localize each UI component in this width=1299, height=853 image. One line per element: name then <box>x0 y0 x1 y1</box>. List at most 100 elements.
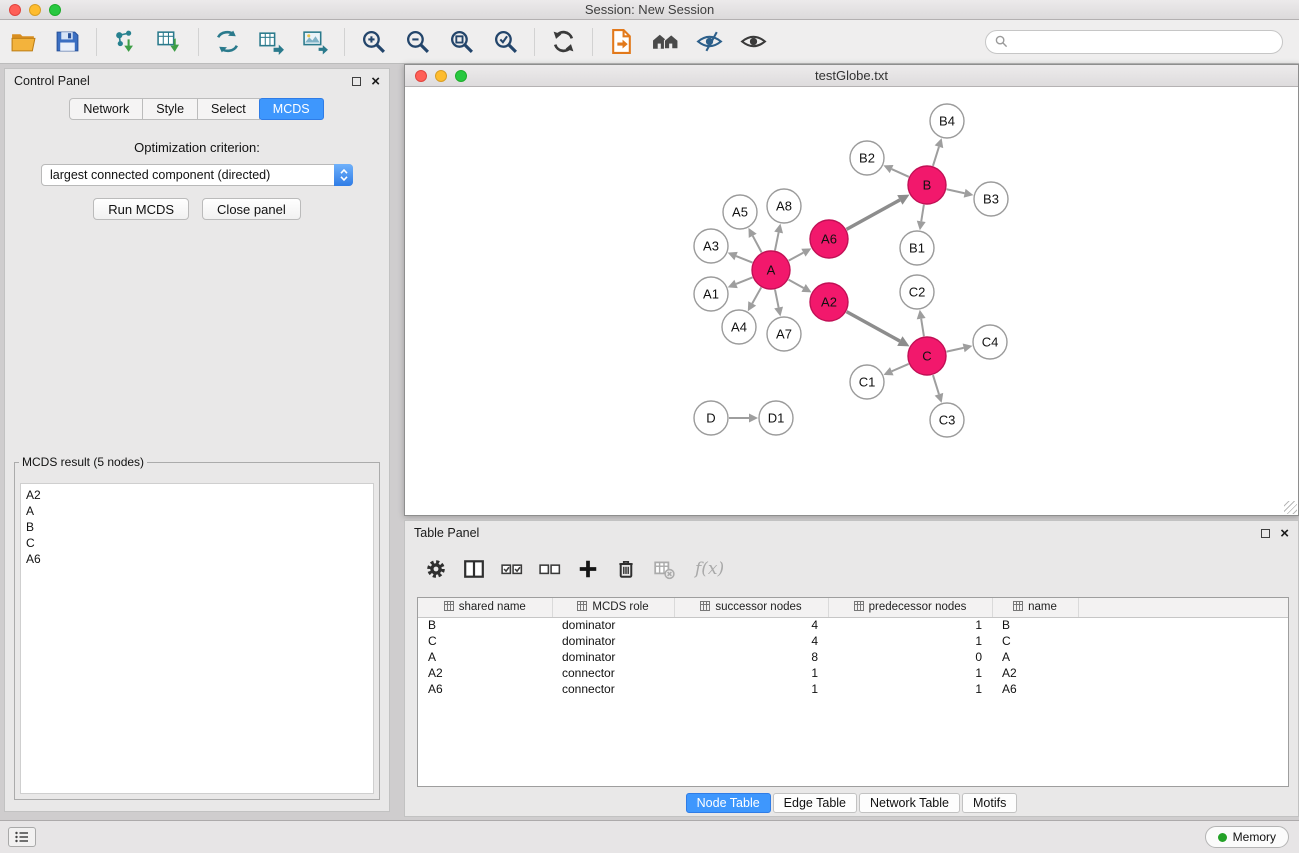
close-window-button[interactable] <box>9 4 21 16</box>
column-header-predecessor-nodes[interactable]: predecessor nodes <box>828 598 992 617</box>
table-panel: Table Panel × f(x) shared nameMCDS roles… <box>404 520 1299 817</box>
tab-edge-table[interactable]: Edge Table <box>773 793 857 813</box>
window-controls <box>9 4 61 16</box>
home-icon[interactable] <box>652 28 679 55</box>
run-mcds-button[interactable]: Run MCDS <box>93 198 189 220</box>
table-row[interactable]: Adominator80A <box>418 649 1288 665</box>
control-panel-buttons: Run MCDS Close panel <box>5 198 389 220</box>
table-row[interactable]: A6connector11A6 <box>418 681 1288 697</box>
add-column-icon[interactable] <box>577 558 599 580</box>
graph-node-B2[interactable]: B2 <box>850 141 884 175</box>
column-header-successor-nodes[interactable]: successor nodes <box>674 598 828 617</box>
open-session-icon[interactable] <box>10 28 37 55</box>
graph-node-A5[interactable]: A5 <box>723 195 757 229</box>
function-builder-icon: f(x) <box>691 558 724 580</box>
minimize-window-button[interactable] <box>29 4 41 16</box>
table-row[interactable]: Cdominator41C <box>418 633 1288 649</box>
status-bar: Memory <box>0 820 1299 853</box>
graphics-details-icon[interactable] <box>696 28 723 55</box>
resize-grip-icon[interactable] <box>1284 501 1297 514</box>
svg-text:C1: C1 <box>859 375 876 390</box>
import-table-icon[interactable] <box>156 28 183 55</box>
graph-node-A[interactable]: A <box>752 251 790 289</box>
fullscreen-window-button[interactable] <box>49 4 61 16</box>
task-history-button[interactable] <box>8 827 36 847</box>
zoom-network-button[interactable] <box>455 70 467 82</box>
export-network-icon[interactable] <box>214 28 241 55</box>
column-header-MCDS-role[interactable]: MCDS role <box>552 598 674 617</box>
criterion-dropdown[interactable]: largest connected component (directed) <box>41 164 353 186</box>
control-panel-tabs: NetworkStyleSelectMCDS <box>5 98 389 120</box>
deselect-all-icon[interactable] <box>539 558 561 580</box>
zoom-fit-icon[interactable] <box>448 28 475 55</box>
mcds-result-list[interactable]: A2ABCA6 <box>20 483 374 794</box>
tab-network-table[interactable]: Network Table <box>859 793 960 813</box>
graph-node-B[interactable]: B <box>908 166 946 204</box>
column-header-shared-name[interactable]: shared name <box>418 598 552 617</box>
result-item[interactable]: A <box>26 503 368 519</box>
import-network-icon[interactable] <box>112 28 139 55</box>
tab-motifs[interactable]: Motifs <box>962 793 1017 813</box>
show-columns-icon[interactable] <box>463 558 485 580</box>
refresh-icon[interactable] <box>550 28 577 55</box>
memory-button[interactable]: Memory <box>1205 826 1289 848</box>
tab-style[interactable]: Style <box>142 98 198 120</box>
tab-mcds[interactable]: MCDS <box>259 98 324 120</box>
graph-node-C[interactable]: C <box>908 337 946 375</box>
graph-node-C3[interactable]: C3 <box>930 403 964 437</box>
search-box[interactable] <box>985 30 1283 54</box>
export-table-icon[interactable] <box>258 28 285 55</box>
eye-icon[interactable] <box>740 28 767 55</box>
node-table[interactable]: shared nameMCDS rolesuccessor nodesprede… <box>417 597 1289 787</box>
column-type-icon <box>444 601 454 614</box>
graph-node-B3[interactable]: B3 <box>974 182 1008 216</box>
svg-text:A2: A2 <box>821 295 837 310</box>
graph-node-A7[interactable]: A7 <box>767 317 801 351</box>
float-table-panel-icon[interactable] <box>1261 529 1270 538</box>
search-input[interactable] <box>1013 35 1273 49</box>
graph-node-D[interactable]: D <box>694 401 728 435</box>
network-window-titlebar[interactable]: testGlobe.txt <box>405 65 1298 87</box>
export-image-icon[interactable] <box>302 28 329 55</box>
tab-select[interactable]: Select <box>197 98 260 120</box>
close-panel-button[interactable]: Close panel <box>202 198 301 220</box>
network-graph[interactable]: B4 B2 B B3 A5 A8 A6 B1 A3 A C2 A1 A2 A4 A7 C4 C C1 C3 D D1 <box>405 87 1298 515</box>
svg-text:C: C <box>922 349 931 364</box>
column-header-name[interactable]: name <box>992 598 1078 617</box>
result-item[interactable]: C <box>26 535 368 551</box>
result-item[interactable]: A6 <box>26 551 368 567</box>
graph-node-C4[interactable]: C4 <box>973 325 1007 359</box>
tab-network[interactable]: Network <box>69 98 143 120</box>
delete-column-icon[interactable] <box>615 558 637 580</box>
graph-node-C2[interactable]: C2 <box>900 275 934 309</box>
network-window-title: testGlobe.txt <box>815 68 888 83</box>
minimize-network-button[interactable] <box>435 70 447 82</box>
zoom-in-icon[interactable] <box>360 28 387 55</box>
close-network-button[interactable] <box>415 70 427 82</box>
tab-node-table[interactable]: Node Table <box>686 793 771 813</box>
network-canvas[interactable]: B4 B2 B B3 A5 A8 A6 B1 A3 A C2 A1 A2 A4 A7 C4 C C1 C3 D D1 <box>405 87 1298 515</box>
table-settings-icon[interactable] <box>425 558 447 580</box>
graph-node-A4[interactable]: A4 <box>722 310 756 344</box>
float-panel-icon[interactable] <box>352 77 361 86</box>
graph-node-C1[interactable]: C1 <box>850 365 884 399</box>
graph-node-A8[interactable]: A8 <box>767 189 801 223</box>
table-row[interactable]: Bdominator41B <box>418 617 1288 633</box>
result-item[interactable]: A2 <box>26 487 368 503</box>
close-panel-icon[interactable]: × <box>371 74 380 89</box>
close-table-panel-icon[interactable]: × <box>1280 526 1289 541</box>
zoom-out-icon[interactable] <box>404 28 431 55</box>
save-session-icon[interactable] <box>54 28 81 55</box>
graph-node-B1[interactable]: B1 <box>900 231 934 265</box>
open-manual-icon[interactable] <box>608 28 635 55</box>
result-item[interactable]: B <box>26 519 368 535</box>
select-all-icon[interactable] <box>501 558 523 580</box>
graph-node-A2[interactable]: A2 <box>810 283 848 321</box>
table-row[interactable]: A2connector11A2 <box>418 665 1288 681</box>
graph-node-A1[interactable]: A1 <box>694 277 728 311</box>
graph-node-A3[interactable]: A3 <box>694 229 728 263</box>
zoom-selected-icon[interactable] <box>492 28 519 55</box>
graph-node-B4[interactable]: B4 <box>930 104 964 138</box>
graph-node-A6[interactable]: A6 <box>810 220 848 258</box>
graph-node-D1[interactable]: D1 <box>759 401 793 435</box>
